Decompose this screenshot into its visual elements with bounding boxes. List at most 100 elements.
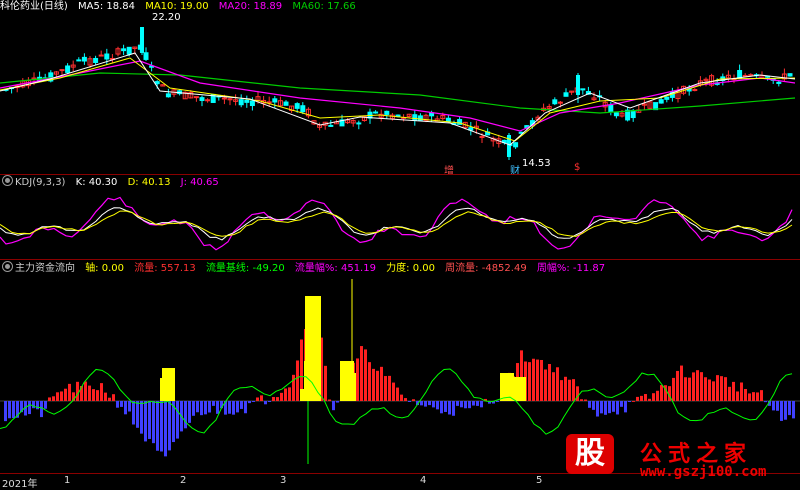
flow-bar <box>540 359 543 401</box>
flow-bar <box>532 358 535 401</box>
force-bar <box>305 296 321 401</box>
indicator-toggle-icon[interactable] <box>2 175 13 186</box>
flow-bar <box>108 397 111 401</box>
flow-bar <box>116 401 119 408</box>
x-axis-label-month: 4 <box>420 475 427 486</box>
flow-bar <box>456 401 459 406</box>
flow-amp-value: 流量幅%: 451.19 <box>294 263 376 274</box>
flow-bar <box>272 396 275 401</box>
flow-bar <box>244 401 247 414</box>
event-tag-dollar[interactable]: $ <box>574 162 580 173</box>
flow-bar <box>52 396 55 401</box>
flow-bar <box>560 380 563 401</box>
flow-bar <box>756 392 759 401</box>
flow-bar <box>208 401 211 413</box>
flow-bar <box>368 362 371 401</box>
flow-bar <box>448 401 451 415</box>
flow-bar <box>644 394 647 401</box>
flow-bar <box>84 381 87 401</box>
flow-bar <box>8 401 11 419</box>
flow-bar <box>384 376 387 401</box>
candlestick <box>576 75 580 95</box>
flow-bar <box>332 401 335 411</box>
flow-bar <box>496 401 499 402</box>
stock-title[interactable]: 科伦药业(日线) <box>0 1 68 12</box>
flow-bar <box>760 390 763 401</box>
flow-bar <box>640 395 643 401</box>
flow-bar <box>44 401 47 409</box>
flow-bar <box>728 386 731 401</box>
candlestick <box>630 109 636 119</box>
flow-bar <box>388 375 391 401</box>
flow-bar <box>736 391 739 401</box>
flow-force-value: 力度: 0.00 <box>386 263 435 274</box>
candlestick <box>412 114 418 121</box>
flow-bar <box>96 390 99 401</box>
flow-bar <box>32 401 35 409</box>
candlestick <box>658 99 664 104</box>
flow-bar <box>552 372 555 401</box>
flow-volume-value: 流量: 557.13 <box>134 263 196 274</box>
candlestick <box>238 99 244 106</box>
flow-bar <box>580 399 583 401</box>
flow-bar <box>128 401 131 412</box>
flow-bar <box>376 370 379 401</box>
candlestick <box>193 96 199 99</box>
kdj-j-line <box>0 196 793 251</box>
flow-bar <box>592 401 595 410</box>
kdj-chart[interactable] <box>0 188 800 258</box>
flow-bar <box>56 392 59 401</box>
candlestick <box>221 97 227 100</box>
flow-bar <box>652 393 655 401</box>
flow-bar <box>428 401 431 406</box>
flow-bar <box>596 401 599 417</box>
flow-bar <box>192 401 195 416</box>
candlestick <box>165 93 171 98</box>
flow-bar <box>656 390 659 401</box>
flow-bar <box>212 401 215 406</box>
candlestick <box>664 96 670 100</box>
flow-bar <box>280 392 283 401</box>
flow-bar <box>696 370 699 401</box>
high-price-label: 22.20 <box>152 12 181 23</box>
candlestick <box>552 99 558 105</box>
flow-bar <box>188 401 191 423</box>
flow-bar <box>680 365 683 401</box>
candlestick <box>121 48 127 52</box>
flow-bar <box>236 401 239 413</box>
flow-bar <box>788 401 791 416</box>
flow-bar <box>176 401 179 439</box>
flow-bar <box>380 366 383 401</box>
flow-bar <box>604 401 607 415</box>
candlestick <box>272 98 278 103</box>
candlestick-chart[interactable] <box>0 13 800 173</box>
flow-bar <box>612 401 615 412</box>
flow-bar <box>792 401 795 419</box>
ma10-value: MA10: 19.00 <box>145 1 209 12</box>
flow-bar <box>248 401 251 404</box>
x-axis-label-month: 3 <box>280 475 287 486</box>
flow-bar <box>40 401 43 418</box>
flow-bar <box>324 365 327 401</box>
ma5-value: MA5: 18.84 <box>78 1 136 12</box>
flow-bar <box>752 392 755 401</box>
flow-bar <box>628 401 631 402</box>
flow-bar <box>528 362 531 401</box>
candlestick <box>59 69 65 72</box>
flow-bar <box>432 401 435 408</box>
flow-weekly-amp-value: 周幅%: -11.87 <box>536 263 606 274</box>
force-bar <box>500 387 516 401</box>
flow-bar <box>440 401 443 414</box>
candlestick <box>557 101 563 104</box>
flow-bar <box>556 367 559 401</box>
flow-title[interactable]: 主力资金流向 <box>15 263 75 274</box>
flow-bar <box>404 398 407 401</box>
flow-bar <box>336 401 339 403</box>
flow-bar <box>772 401 775 411</box>
candlestick <box>104 53 110 60</box>
kdj-title[interactable]: KDJ(9,3,3) <box>15 177 65 188</box>
indicator-toggle-icon[interactable] <box>2 261 13 272</box>
flow-bar <box>240 401 243 409</box>
flow-bar <box>632 400 635 402</box>
flow-bar <box>64 388 67 401</box>
